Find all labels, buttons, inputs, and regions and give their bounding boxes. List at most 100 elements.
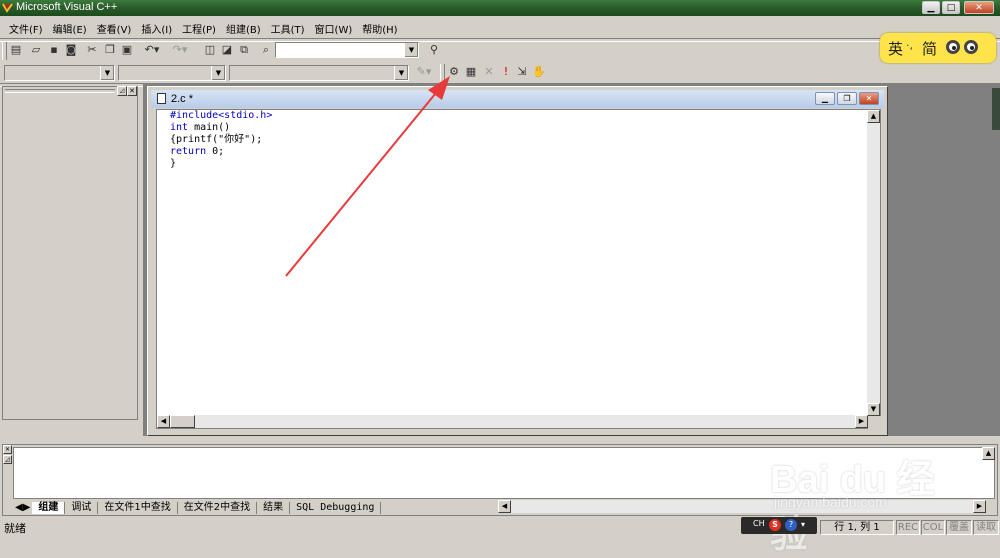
go-debug-icon[interactable]: ⇲	[514, 64, 530, 80]
find-in-files-icon[interactable]: ⌕	[258, 42, 274, 58]
window-list-icon[interactable]: ⧉	[236, 42, 252, 58]
new-file-icon[interactable]: ▤	[8, 42, 24, 58]
vertical-scrollbar[interactable]: ▲ ▼	[867, 110, 880, 416]
edge-strip	[992, 88, 1000, 130]
standard-toolbar: ▤ ▱ ▪ ◙ ✂ ❐ ▣ ↶▾ ↷▾ ◫ ◪ ⧉ ⌕ ▼ ⚲	[0, 40, 440, 62]
ime-mascot-eye-icon	[946, 40, 960, 54]
open-folder-icon[interactable]: ▱	[28, 42, 44, 58]
dock-icon[interactable]: ◿	[3, 455, 12, 464]
doc-minimize-button[interactable]: ▁	[815, 92, 835, 105]
document-icon	[157, 93, 166, 104]
chevron-down-icon[interactable]: ▼	[211, 66, 225, 80]
ime-mode[interactable]: 英	[888, 38, 903, 59]
tab-scroll-left-icon[interactable]: ◀▶	[13, 502, 32, 514]
code-line: {printf("你好");	[170, 134, 263, 145]
copy-icon[interactable]: ❐	[102, 42, 118, 58]
scroll-down-icon[interactable]: ▼	[867, 403, 880, 416]
horizontal-scrollbar[interactable]: ◀ ▶	[157, 415, 868, 428]
paste-icon[interactable]: ▣	[119, 42, 135, 58]
save-all-icon[interactable]: ◙	[63, 42, 79, 58]
scroll-thumb[interactable]	[170, 415, 195, 428]
status-ready: 就绪	[4, 522, 26, 535]
ime-tray[interactable]: CH S ? ▾	[741, 517, 817, 534]
ime-mascot-eye-icon	[964, 40, 978, 54]
tab-find1[interactable]: 在文件1中查找	[98, 502, 178, 514]
execute-icon[interactable]: !	[498, 64, 514, 80]
menu-bar: 文件(F) 编辑(E) 查看(V) 插入(I) 工程(P) 组建(B) 工具(T) 窗口(W)…	[0, 19, 1000, 37]
status-ovr: 覆盖	[946, 520, 972, 535]
menu-build[interactable]: 组建(B)	[221, 19, 266, 36]
status-rec: REC	[896, 520, 920, 535]
status-bar: 就绪 行 1, 列 1 REC COL 覆盖 读取	[0, 517, 1000, 539]
status-read: 读取	[973, 520, 999, 535]
chevron-down-icon[interactable]: ▼	[404, 43, 418, 57]
save-icon[interactable]: ▪	[46, 42, 62, 58]
menu-view[interactable]: 查看(V)	[92, 19, 137, 36]
document-title: 2.c *	[171, 93, 194, 105]
code-line: int main()	[170, 122, 231, 133]
menu-insert[interactable]: 插入(I)	[136, 19, 177, 36]
code-text[interactable]: #include<stdio.h> int main() {printf("你好…	[170, 110, 272, 170]
menu-edit[interactable]: 编辑(E)	[48, 19, 92, 36]
watermark-url: jingyan.baidu.com	[774, 494, 887, 510]
workspace-icon[interactable]: ◫	[202, 42, 218, 58]
visual-cpp-icon	[2, 3, 13, 13]
tab-debug[interactable]: 调试	[65, 502, 99, 514]
menu-window[interactable]: 窗口(W)	[310, 19, 358, 36]
scroll-left-icon[interactable]: ◀	[498, 500, 511, 513]
scroll-right-icon[interactable]: ▶	[973, 500, 986, 513]
minimize-button[interactable]: ▁	[922, 1, 940, 14]
close-button[interactable]: ✕	[964, 1, 994, 14]
workspace-header: ◿ ✕	[3, 86, 137, 96]
scroll-right-icon[interactable]: ▶	[855, 415, 868, 428]
tab-find2[interactable]: 在文件2中查找	[178, 502, 258, 514]
title-bar: Microsoft Visual C++ ▁ □ ✕	[0, 0, 1000, 16]
menu-tools[interactable]: 工具(T)	[266, 19, 310, 36]
tab-results[interactable]: 结果	[257, 502, 291, 514]
dock-icon[interactable]: ◿	[117, 86, 127, 96]
close-icon[interactable]: ✕	[127, 86, 137, 96]
find-combo[interactable]: ▼	[275, 42, 419, 58]
code-editor[interactable]: #include<stdio.h> int main() {printf("你好…	[156, 109, 881, 429]
status-col: COL	[921, 520, 945, 535]
doc-close-button[interactable]: ✕	[859, 92, 879, 105]
annotation-arrow	[285, 76, 450, 277]
document-window[interactable]: 2.c * ▁ ❐ ✕ #include<stdio.h> int main()…	[147, 86, 888, 436]
sogou-icon[interactable]: S	[769, 519, 781, 531]
tab-build[interactable]: 组建	[32, 502, 66, 514]
maximize-button[interactable]: □	[942, 1, 960, 14]
help-icon[interactable]: ?	[785, 519, 797, 531]
ime-punct[interactable]: ·,	[906, 39, 913, 52]
cut-icon[interactable]: ✂	[84, 42, 100, 58]
redo-icon[interactable]: ↷▾	[168, 42, 192, 58]
find-icon[interactable]: ⚲	[426, 42, 442, 58]
filter-combo[interactable]: ▼	[118, 65, 226, 81]
workspace-panel[interactable]: ◿ ✕	[2, 86, 138, 420]
tab-sql-debugging[interactable]: SQL Debugging	[290, 502, 382, 514]
scroll-up-icon[interactable]: ▲	[982, 447, 995, 460]
output-tabs: ◀▶ 组建 调试 在文件1中查找 在文件2中查找 结果 SQL Debugging	[13, 500, 382, 514]
code-line: return 0;	[170, 146, 225, 157]
scroll-left-icon[interactable]: ◀	[157, 415, 170, 428]
class-combo[interactable]: ▼	[4, 65, 115, 81]
undo-icon[interactable]: ↶▾	[140, 42, 164, 58]
scroll-up-icon[interactable]: ▲	[867, 110, 880, 123]
menu-file[interactable]: 文件(F)	[4, 19, 48, 36]
doc-restore-button[interactable]: ❐	[837, 92, 857, 105]
build-icon[interactable]: ▦	[463, 64, 479, 80]
menu-project[interactable]: 工程(P)	[177, 19, 221, 36]
tray-menu-icon[interactable]: ▾	[801, 520, 805, 529]
code-line: }	[170, 158, 177, 169]
size-grip	[868, 416, 881, 429]
chevron-down-icon[interactable]: ▼	[100, 66, 114, 80]
document-caption[interactable]: 2.c * ▁ ❐ ✕	[151, 90, 884, 108]
ime-bar[interactable]: 英 ·, 简	[880, 33, 996, 63]
stop-build-icon[interactable]: ✕	[481, 64, 497, 80]
tray-lang[interactable]: CH	[753, 519, 765, 528]
output-window-icon[interactable]: ◪	[219, 42, 235, 58]
close-icon[interactable]: ✕	[3, 445, 12, 454]
ime-script[interactable]: 简	[922, 38, 937, 59]
breakpoint-hand-icon[interactable]: ✋	[531, 64, 547, 80]
toolbar-grip[interactable]	[2, 42, 7, 60]
menu-help[interactable]: 帮助(H)	[357, 19, 402, 36]
